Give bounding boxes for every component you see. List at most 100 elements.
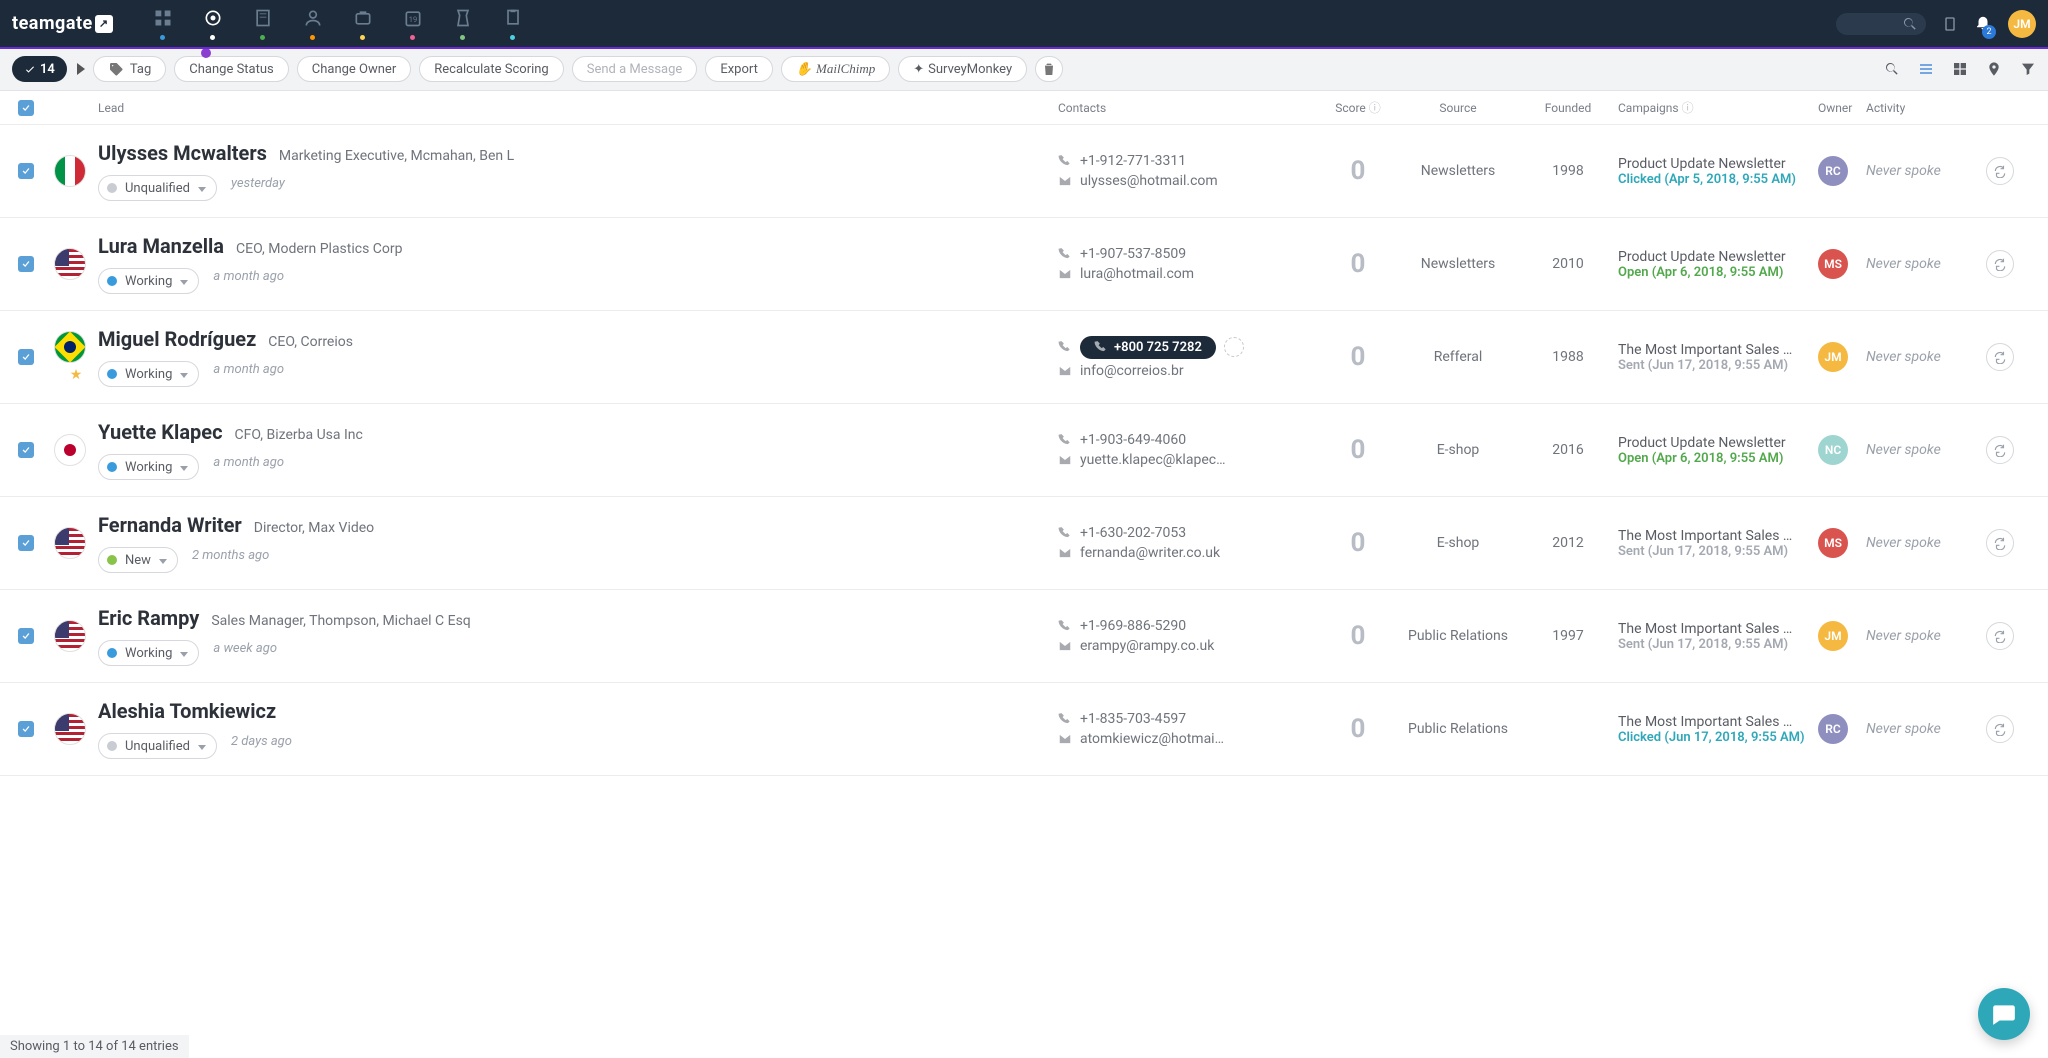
tag-button[interactable]: Tag [93,56,166,82]
lead-name[interactable]: Eric Rampy [98,606,199,630]
status-select[interactable]: Working [98,268,199,294]
map-view-icon[interactable] [1986,61,2002,77]
row-checkbox[interactable] [18,628,34,644]
owner-avatar[interactable]: NC [1818,435,1848,465]
lead-name[interactable]: Fernanda Writer [98,513,242,537]
refresh-button[interactable] [1986,250,2014,278]
row-checkbox[interactable] [18,163,34,179]
surveymonkey-button[interactable]: ✦SurveyMonkey [898,56,1027,82]
phone-text[interactable]: +1-630-202-7053 [1080,525,1186,541]
col-campaigns[interactable]: Campaigns ⓘ [1618,99,1818,116]
status-select[interactable]: Unqualified [98,733,217,759]
select-all-checkbox[interactable] [18,100,34,116]
nav-item-0[interactable] [153,8,173,40]
toolbar-search-icon[interactable] [1884,61,1900,77]
lead-row: Ulysses McwaltersMarketing Executive, Mc… [0,125,2048,218]
owner-avatar[interactable]: JM [1818,621,1848,651]
nav-item-4[interactable] [353,8,373,40]
refresh-button[interactable] [1986,343,2014,371]
phone-text[interactable]: +1-903-649-4060 [1080,432,1186,448]
selected-count-chip[interactable]: 14 [12,56,67,82]
change-owner-button[interactable]: Change Owner [297,56,411,82]
email-text[interactable]: yuette.klapec@klapec… [1080,452,1225,468]
lead-title: CEO, Modern Plastics Corp [236,241,403,257]
nav-item-3[interactable] [303,8,323,40]
help-chat-button[interactable] [1978,988,2030,1040]
refresh-button[interactable] [1986,622,2014,650]
phone-pill[interactable]: +800 725 7282 [1080,336,1216,359]
mailchimp-button[interactable]: ✋MailChimp [781,56,890,82]
notifications-button[interactable]: 2 [1974,13,1992,35]
nav-icon-0 [153,8,173,28]
refresh-icon [1993,629,2007,643]
nav-item-1[interactable] [203,8,223,40]
row-checkbox[interactable] [18,256,34,272]
play-icon[interactable] [77,63,85,75]
owner-avatar[interactable]: RC [1818,156,1848,186]
email-text[interactable]: fernanda@writer.co.uk [1080,545,1220,561]
row-checkbox[interactable] [18,535,34,551]
recalculate-button[interactable]: Recalculate Scoring [419,56,564,82]
delete-button[interactable] [1035,56,1063,82]
email-text[interactable]: info@correios.br [1080,363,1184,379]
nav-item-7[interactable] [503,8,523,40]
pagination-status: Showing 1 to 14 of 14 entries [0,1035,189,1058]
refresh-icon [1993,722,2007,736]
last-activity-time: 2 days ago [231,734,292,749]
refresh-button[interactable] [1986,436,2014,464]
nav-item-6[interactable] [453,8,473,40]
list-view-icon[interactable] [1918,61,1934,77]
refresh-button[interactable] [1986,157,2014,185]
lead-name[interactable]: Yuette Klapec [98,420,223,444]
lead-name[interactable]: Aleshia Tomkiewicz [98,699,276,723]
email-text[interactable]: lura@hotmail.com [1080,266,1194,282]
lead-name[interactable]: Ulysses Mcwalters [98,141,267,165]
phone-text[interactable]: +1-907-537-8509 [1080,246,1186,262]
col-source[interactable]: Source [1398,101,1518,115]
star-icon[interactable]: ★ [54,367,98,383]
status-select[interactable]: Working [98,361,199,387]
clipboard-icon[interactable] [1942,16,1958,32]
nav-item-5[interactable]: 19 [403,8,423,40]
owner-avatar[interactable]: MS [1818,249,1848,279]
email-text[interactable]: atomkiewicz@hotmai… [1080,731,1224,747]
user-menu[interactable]: JM [2008,10,2036,38]
owner-avatar[interactable]: MS [1818,528,1848,558]
mail-icon [1058,639,1072,653]
email-text[interactable]: ulysses@hotmail.com [1080,173,1218,189]
status-select[interactable]: Working [98,454,199,480]
row-checkbox[interactable] [18,349,34,365]
score-value: 0 [1351,156,1366,186]
phone-icon [1058,712,1072,726]
brand-logo[interactable]: teamgate ↗ [12,13,113,34]
col-founded[interactable]: Founded [1518,101,1618,115]
lead-name[interactable]: Lura Manzella [98,234,224,258]
status-select[interactable]: New [98,547,178,573]
export-button[interactable]: Export [705,56,773,82]
grid-view-icon[interactable] [1952,61,1968,77]
col-score[interactable]: Score ⓘ [1318,99,1398,116]
global-search[interactable] [1836,13,1926,35]
row-checkbox[interactable] [18,442,34,458]
col-lead[interactable]: Lead [98,101,1058,115]
search-icon [1902,16,1918,32]
col-owner[interactable]: Owner [1818,101,1866,115]
col-contacts[interactable]: Contacts [1058,101,1318,115]
col-activity[interactable]: Activity [1866,101,1986,115]
phone-text[interactable]: +1-912-771-3311 [1080,153,1186,169]
status-select[interactable]: Unqualified [98,175,217,201]
row-checkbox[interactable] [18,721,34,737]
lead-name[interactable]: Miguel Rodríguez [98,327,256,351]
nav-item-2[interactable] [253,8,273,40]
owner-avatar[interactable]: JM [1818,342,1848,372]
status-select[interactable]: Working [98,640,199,666]
email-text[interactable]: erampy@rampy.co.uk [1080,638,1214,654]
refresh-button[interactable] [1986,529,2014,557]
change-status-button[interactable]: Change Status [174,56,288,82]
owner-avatar[interactable]: RC [1818,714,1848,744]
phone-text[interactable]: +1-969-886-5290 [1080,618,1186,634]
refresh-button[interactable] [1986,715,2014,743]
filter-icon[interactable] [2020,61,2036,77]
phone-text[interactable]: +1-835-703-4597 [1080,711,1186,727]
phone-extra-icon[interactable] [1224,337,1244,357]
